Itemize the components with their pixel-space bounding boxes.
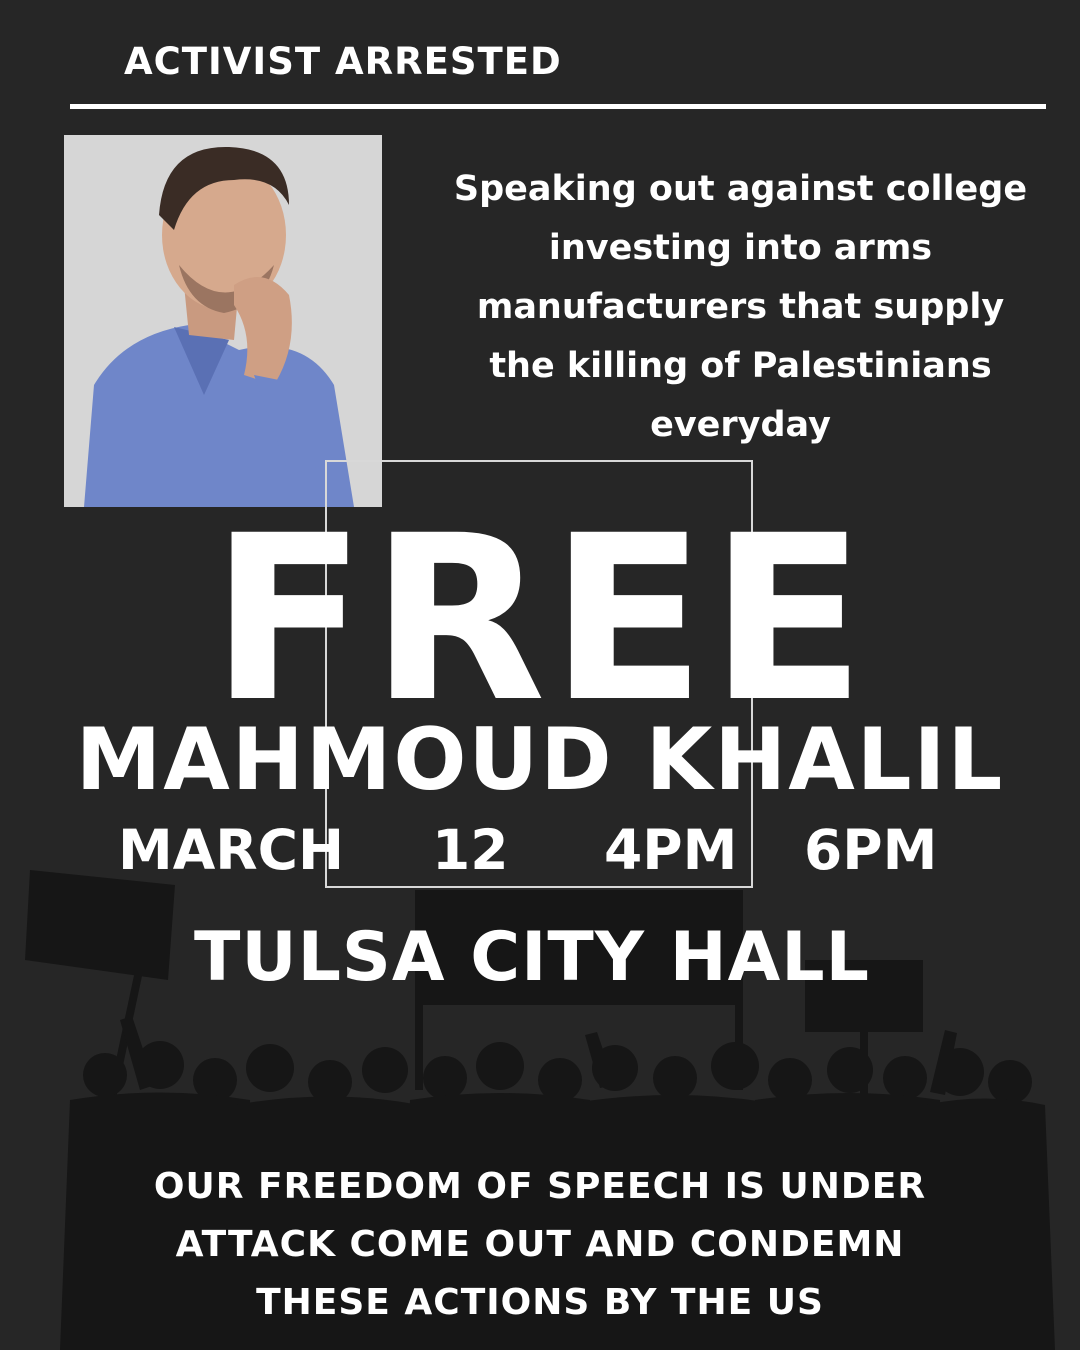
event-month: MARCH xyxy=(118,818,345,882)
activist-photo xyxy=(64,135,382,507)
event-day: 12 xyxy=(432,818,509,882)
statement-line: investing into arms xyxy=(548,228,933,268)
protest-poster: ACTIVIST ARRESTED Speaking out against c… xyxy=(0,0,1080,1350)
statement-line: everyday xyxy=(650,405,831,445)
header-divider xyxy=(70,104,1046,109)
statement-line: manufacturers that supply xyxy=(476,287,1005,327)
statement-text: Speaking out against college investing i… xyxy=(398,160,1080,455)
footer-line: ATTACK COME OUT AND CONDEMN xyxy=(175,1224,905,1265)
footer-line: THESE ACTIONS BY THE US xyxy=(256,1282,824,1323)
event-start-time: 4PM xyxy=(604,818,738,882)
statement-line: Speaking out against college xyxy=(453,169,1028,209)
portrait-illustration xyxy=(64,135,382,507)
footer-line: OUR FREEDOM OF SPEECH IS UNDER xyxy=(153,1166,927,1207)
headline-name: MAHMOUD KHALIL xyxy=(75,710,1005,810)
event-end-time: 6PM xyxy=(804,818,938,882)
header-title: ACTIVIST ARRESTED xyxy=(124,40,562,83)
statement-line: the killing of Palestinians xyxy=(489,346,992,386)
headline-free: FREE xyxy=(210,486,870,752)
footer-callout: OUR FREEDOM OF SPEECH IS UNDER ATTACK CO… xyxy=(40,1158,1040,1332)
event-venue: TULSA CITY HALL xyxy=(194,918,870,997)
